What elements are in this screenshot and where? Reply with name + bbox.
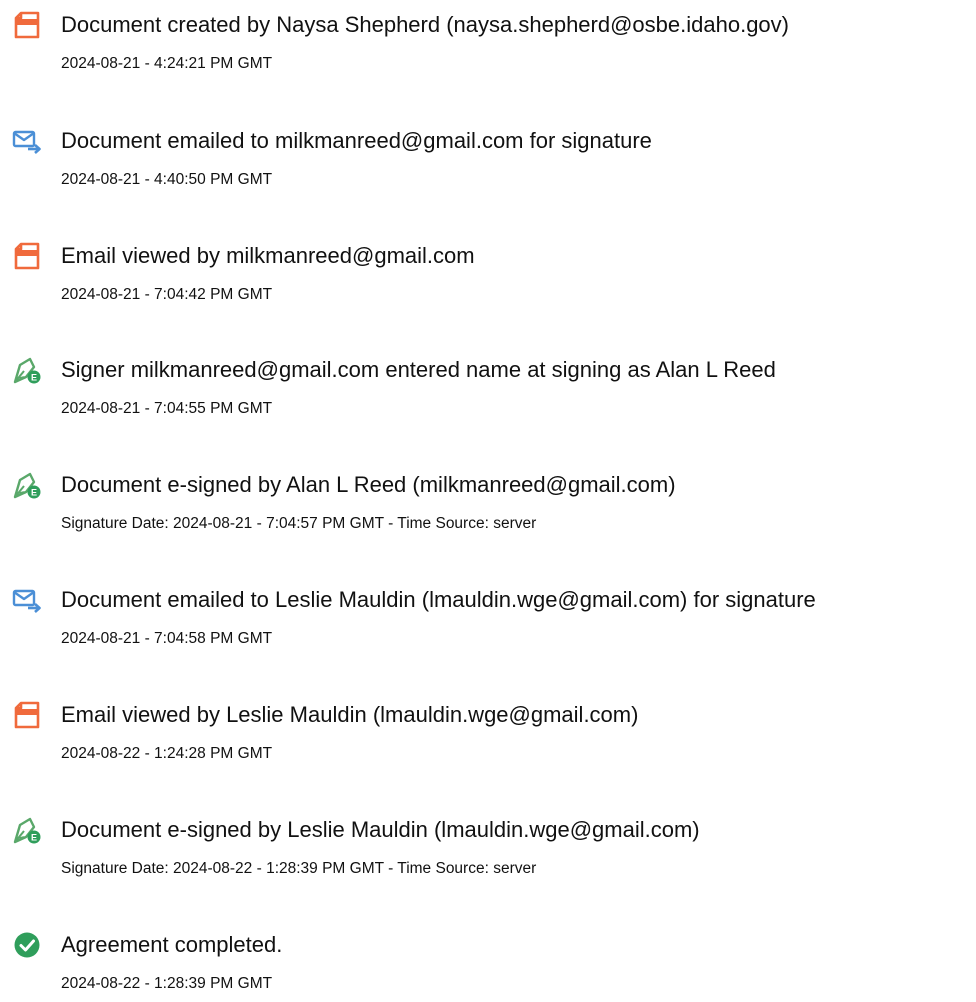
event-title: Document e-signed by Alan L Reed (milkma… bbox=[61, 472, 676, 497]
document-icon bbox=[12, 241, 42, 271]
event-title: Email viewed by milkmanreed@gmail.com bbox=[61, 243, 475, 268]
event-timestamp: 2024-08-21 - 7:04:42 PM GMT bbox=[61, 286, 273, 303]
event-title: Document emailed to Leslie Mauldin (lmau… bbox=[61, 587, 816, 612]
history-event: E Document e-signed by Alan L Reed (milk… bbox=[0, 472, 976, 542]
svg-text:E: E bbox=[31, 373, 37, 383]
event-timestamp: 2024-08-21 - 4:24:21 PM GMT bbox=[61, 55, 273, 72]
event-title: Signer milkmanreed@gmail.com entered nam… bbox=[61, 357, 776, 382]
event-timestamp: Signature Date: 2024-08-22 - 1:28:39 PM … bbox=[61, 860, 537, 877]
history-event: Document created by Naysa Shepherd (nays… bbox=[0, 10, 976, 82]
event-title: Document e-signed by Leslie Mauldin (lma… bbox=[61, 817, 700, 842]
event-timestamp: Signature Date: 2024-08-21 - 7:04:57 PM … bbox=[61, 515, 537, 532]
event-timestamp: 2024-08-22 - 1:24:28 PM GMT bbox=[61, 745, 273, 762]
event-title: Document created by Naysa Shepherd (nays… bbox=[61, 12, 789, 37]
event-title: Document emailed to milkmanreed@gmail.co… bbox=[61, 128, 652, 153]
event-timestamp: 2024-08-21 - 7:04:58 PM GMT bbox=[61, 630, 273, 647]
signature-pen-icon: E bbox=[12, 355, 42, 385]
audit-history-list: Document created by Naysa Shepherd (nays… bbox=[0, 0, 976, 994]
document-icon bbox=[12, 700, 42, 730]
history-event: Agreement completed. 2024-08-22 - 1:28:3… bbox=[0, 932, 976, 1002]
history-event: E Signer milkmanreed@gmail.com entered n… bbox=[0, 357, 976, 427]
check-circle-icon bbox=[12, 930, 42, 960]
history-event: Document emailed to Leslie Mauldin (lmau… bbox=[0, 587, 976, 657]
history-event: Email viewed by milkmanreed@gmail.com 20… bbox=[0, 241, 976, 313]
email-icon bbox=[12, 126, 42, 156]
document-icon bbox=[12, 10, 42, 40]
email-icon bbox=[12, 585, 42, 615]
history-event: Document emailed to milkmanreed@gmail.co… bbox=[0, 128, 976, 198]
svg-text:E: E bbox=[31, 488, 37, 498]
event-title: Email viewed by Leslie Mauldin (lmauldin… bbox=[61, 702, 639, 727]
event-timestamp: 2024-08-21 - 7:04:55 PM GMT bbox=[61, 400, 273, 417]
history-event: E Document e-signed by Leslie Mauldin (l… bbox=[0, 817, 976, 887]
event-title: Agreement completed. bbox=[61, 932, 283, 957]
signature-pen-icon: E bbox=[12, 815, 42, 845]
svg-text:E: E bbox=[31, 833, 37, 843]
event-timestamp: 2024-08-22 - 1:28:39 PM GMT bbox=[61, 975, 273, 992]
signature-pen-icon: E bbox=[12, 470, 42, 500]
event-timestamp: 2024-08-21 - 4:40:50 PM GMT bbox=[61, 171, 273, 188]
history-event: Email viewed by Leslie Mauldin (lmauldin… bbox=[0, 700, 976, 772]
